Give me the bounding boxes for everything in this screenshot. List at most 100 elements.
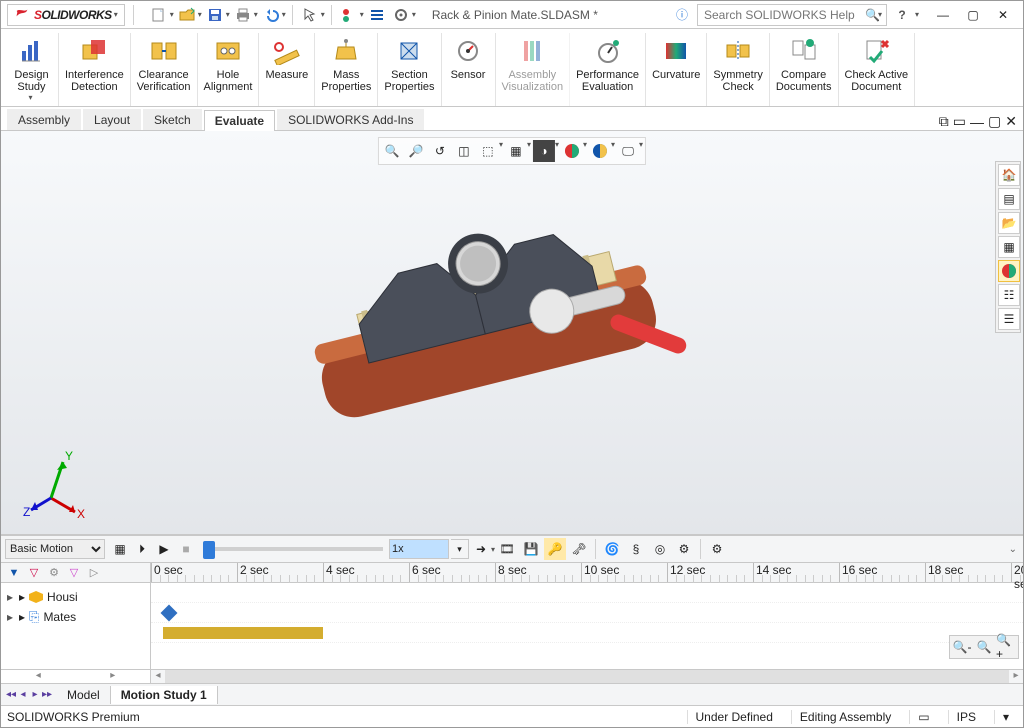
taskpane-custom-props-icon[interactable]: ☷ xyxy=(998,284,1020,306)
filter-animated-icon[interactable]: ▽ xyxy=(25,565,43,581)
search-menu[interactable]: ▾ xyxy=(878,10,882,19)
save-menu[interactable]: ▾ xyxy=(226,10,230,19)
speed-menu[interactable]: ▾ xyxy=(451,539,469,559)
spring-icon[interactable]: § xyxy=(625,538,647,560)
play-start-icon[interactable]: ⏵ xyxy=(131,538,153,560)
autokey-icon[interactable]: 🔑 xyxy=(544,538,566,560)
status-unit-icon[interactable]: ▭ xyxy=(909,710,937,724)
tree-row-mates[interactable]: ▸▸⎘Mates xyxy=(5,607,146,627)
chevron-down-icon[interactable]: ▾ xyxy=(28,93,32,102)
status-units[interactable]: IPS xyxy=(948,710,984,724)
rebuild-menu[interactable]: ▾ xyxy=(360,10,364,19)
animation-wizard-icon[interactable]: 💾 xyxy=(520,538,542,560)
save-icon[interactable] xyxy=(204,4,226,26)
tab-layout[interactable]: Layout xyxy=(83,109,141,130)
stop-icon[interactable]: ■ xyxy=(175,538,197,560)
playback-speed-input[interactable] xyxy=(389,539,449,559)
help-dd[interactable]: ▾ xyxy=(915,10,919,19)
ribbon-symmetry-check[interactable]: Symmetry Check xyxy=(707,33,770,106)
rebuild-icon[interactable] xyxy=(338,4,360,26)
help-menu-icon[interactable]: ? xyxy=(891,4,913,26)
open-menu[interactable]: ▾ xyxy=(198,10,202,19)
doc-cascade-icon[interactable]: ▭ xyxy=(953,113,966,130)
new-icon[interactable] xyxy=(148,4,170,26)
addkey-icon[interactable]: 🗝 xyxy=(568,538,590,560)
taskpane-file-explorer-icon[interactable]: 📂 xyxy=(998,212,1020,234)
tab-sketch[interactable]: Sketch xyxy=(143,109,202,130)
open-icon[interactable] xyxy=(176,4,198,26)
select-icon[interactable] xyxy=(299,4,321,26)
ribbon-design-study[interactable]: Design Study ▾ xyxy=(5,33,59,106)
ribbon-sensor[interactable]: Sensor xyxy=(442,33,496,106)
undo-icon[interactable] xyxy=(260,4,282,26)
ribbon-curvature[interactable]: Curvature xyxy=(646,33,707,106)
play-icon[interactable]: ▶ xyxy=(153,538,175,560)
save-animation-icon[interactable]: 🎞 xyxy=(496,538,518,560)
zoom-in-icon[interactable]: 🔍+ xyxy=(996,638,1016,656)
status-extra-icon[interactable]: ▾ xyxy=(994,710,1017,724)
loop-icon[interactable]: ➜ xyxy=(470,538,492,560)
timeline-bar[interactable] xyxy=(163,627,323,639)
filter-icon[interactable]: ▼ xyxy=(5,565,23,581)
filter-selected-icon[interactable]: ▽ xyxy=(65,565,83,581)
taskpane-appearances-icon[interactable] xyxy=(998,260,1020,282)
doc-tile-icon[interactable]: ⧉ xyxy=(939,113,949,130)
taskpane-design-library-icon[interactable]: ▤ xyxy=(998,188,1020,210)
search-field[interactable] xyxy=(702,7,865,23)
motion-options-icon[interactable]: ⚙ xyxy=(706,538,728,560)
ribbon-check-active-document[interactable]: Check Active Document xyxy=(839,33,916,106)
new-menu[interactable]: ▾ xyxy=(170,10,174,19)
motion-tab-nav[interactable]: ◂◂◂▸▸▸ xyxy=(1,689,57,700)
search-input[interactable]: 🔍 ▾ xyxy=(697,4,887,26)
ribbon-interference-detection[interactable]: Interference Detection xyxy=(59,33,131,106)
taskpane-forum-icon[interactable]: ☰ xyxy=(998,308,1020,330)
collapse-panel-icon[interactable]: ⌄ xyxy=(1009,544,1017,555)
doc-maximize-icon[interactable]: ▢ xyxy=(988,113,1001,130)
tree-row-housing[interactable]: ▸▸Housi xyxy=(5,587,146,607)
logo-menu-caret[interactable]: ▾ xyxy=(114,10,118,19)
ribbon-hole-alignment[interactable]: Hole Alignment xyxy=(198,33,260,106)
print-icon[interactable] xyxy=(232,4,254,26)
app-logo[interactable]: SOLIDWORKS ▾ xyxy=(7,4,125,26)
settings-icon[interactable] xyxy=(390,4,412,26)
select-menu[interactable]: ▾ xyxy=(321,10,325,19)
calculate-icon[interactable]: ▦ xyxy=(109,538,131,560)
zoom-fit-icon[interactable]: 🔍 xyxy=(974,638,994,656)
taskpane-view-palette-icon[interactable]: ▦ xyxy=(998,236,1020,258)
undo-menu[interactable]: ▾ xyxy=(282,10,286,19)
tree-scroll[interactable]: ◂▸ xyxy=(1,669,150,683)
filter-driving-icon[interactable]: ⚙ xyxy=(45,565,63,581)
ribbon-section-properties[interactable]: Section Properties xyxy=(378,33,441,106)
ribbon-compare-documents[interactable]: Compare Documents xyxy=(770,33,839,106)
motion-tab-model[interactable]: Model xyxy=(57,686,111,704)
tab-addins[interactable]: SOLIDWORKS Add-Ins xyxy=(277,109,424,130)
motion-timeline[interactable]: 0 sec2 sec4 sec6 sec8 sec10 sec12 sec14 … xyxy=(151,563,1023,683)
loop-menu[interactable]: ▾ xyxy=(491,545,495,554)
ribbon-measure[interactable]: Measure xyxy=(259,33,315,106)
settings-menu[interactable]: ▾ xyxy=(412,10,416,19)
motion-tab-study1[interactable]: Motion Study 1 xyxy=(111,686,218,704)
print-menu[interactable]: ▾ xyxy=(254,10,258,19)
tab-evaluate[interactable]: Evaluate xyxy=(204,110,275,131)
doc-close-icon[interactable]: ✕ xyxy=(1005,113,1017,130)
keyframe-icon[interactable] xyxy=(161,605,178,622)
help-icon[interactable]: ⓘ xyxy=(671,4,693,26)
graphics-viewport[interactable]: 🔍 🔎 ↺ ◫ ⬚▾ ▦▾ ◑▾ ▾ ▾ 🖵▾ 🏠 ▤ 📂 ▦ ☷ ☰ xyxy=(1,131,1023,535)
minimize-icon[interactable]: — xyxy=(929,4,957,26)
close-icon[interactable]: ✕ xyxy=(989,4,1017,26)
maximize-icon[interactable]: ▢ xyxy=(959,4,987,26)
ribbon-clearance-verification[interactable]: Clearance Verification xyxy=(131,33,198,106)
timeline-hscroll[interactable]: ◂ ▸ xyxy=(151,669,1023,683)
ribbon-mass-properties[interactable]: Mass Properties xyxy=(315,33,378,106)
zoom-out-icon[interactable]: 🔍- xyxy=(952,638,972,656)
doc-minimize-icon[interactable]: — xyxy=(970,114,984,130)
taskpane-home-icon[interactable]: 🏠 xyxy=(998,164,1020,186)
playback-slider[interactable] xyxy=(203,547,383,551)
filter-results-icon[interactable]: ▷ xyxy=(85,565,103,581)
ribbon-performance-evaluation[interactable]: Performance Evaluation xyxy=(570,33,646,106)
orientation-triad[interactable]: X Y Z xyxy=(23,450,93,520)
options-icon[interactable] xyxy=(366,4,388,26)
gravity-icon[interactable]: ⚙ xyxy=(673,538,695,560)
motion-type-select[interactable]: Basic Motion xyxy=(5,539,105,559)
contact-icon[interactable]: ◎ xyxy=(649,538,671,560)
